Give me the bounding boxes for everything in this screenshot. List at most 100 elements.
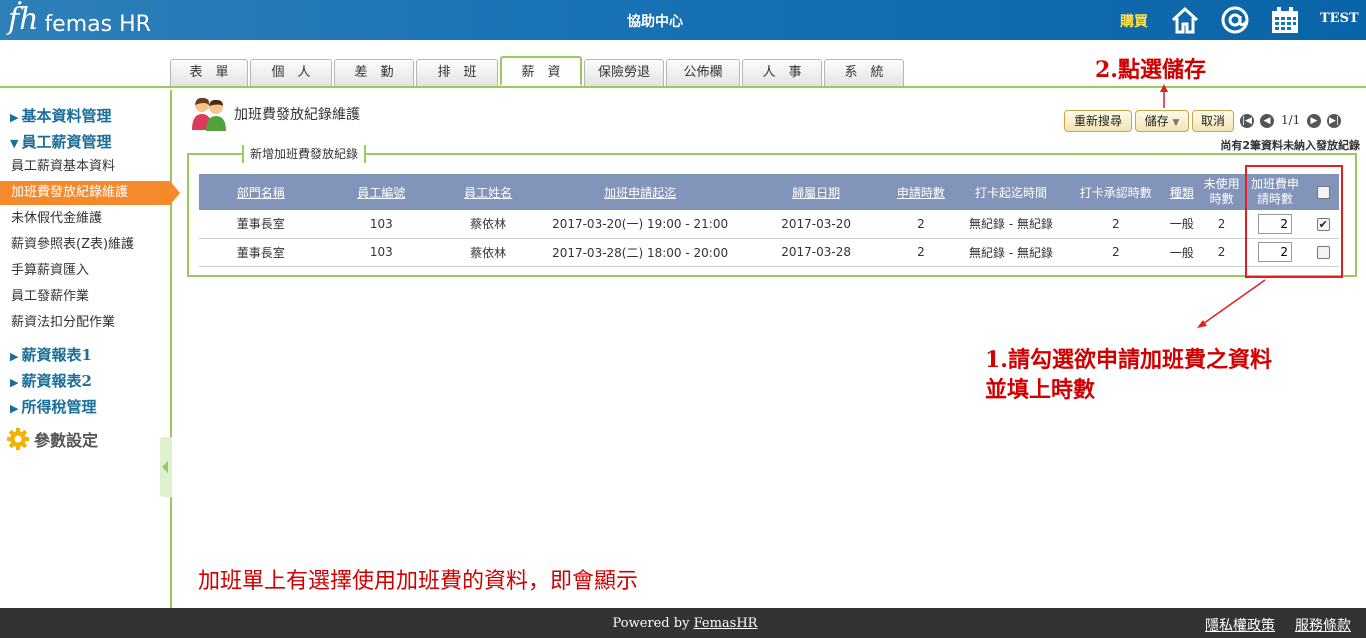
sidebar-group-label: 薪資報表2	[21, 372, 92, 390]
cell-date: 2017-03-28	[743, 238, 889, 267]
cell-unused: 2	[1200, 210, 1243, 239]
sidebar-item-payroll[interactable]: 員工發薪作業	[0, 285, 170, 309]
sidebar-group-label: 員工薪資管理	[21, 133, 112, 151]
footer: Powered by FemasHR 隱私權政策 服務條款	[0, 608, 1366, 638]
top-header: ḟh femas HR 協助中心 購買 TEST	[0, 0, 1366, 40]
sidebar-item-deduction[interactable]: 薪資法扣分配作業	[0, 311, 170, 335]
cell-type: 一般	[1162, 210, 1201, 239]
privacy-link[interactable]: 隱私權政策	[1205, 615, 1275, 635]
annotation-step1-line1: 1.請勾選欲申請加班費之資料	[985, 347, 1272, 373]
sidebar-group-report1[interactable]: ▶ 薪資報表1	[10, 344, 92, 365]
cell-emp-id: 103	[322, 238, 440, 267]
cell-apply-hours: 2	[888, 238, 954, 267]
sidebar-group-report2[interactable]: ▶ 薪資報表2	[10, 370, 92, 391]
save-label: 儲存	[1144, 114, 1169, 128]
col-header-emp-name[interactable]: 員工姓名	[439, 174, 537, 210]
cell-dept: 董事長室	[199, 210, 323, 239]
femas-logo[interactable]: ḟh femas HR	[8, 2, 151, 37]
col-header-apply-hours[interactable]: 申請時數	[888, 174, 954, 210]
col-header-ot-range[interactable]: 加班申請起迄	[536, 174, 744, 210]
calendar-icon[interactable]	[1270, 5, 1300, 35]
left-sidebar: ▶ 基本資料管理 ▼ 員工薪資管理 員工薪資基本資料 加班費發放紀錄維護 未休假代金…	[0, 90, 180, 608]
save-button[interactable]: 儲存 ▼	[1135, 110, 1189, 132]
cell-approved: 2	[1068, 238, 1163, 267]
logo-mark: ḟh	[8, 2, 39, 37]
col-header-emp-id[interactable]: 員工編號	[322, 174, 440, 210]
sidebar-group-salary[interactable]: ▼ 員工薪資管理	[10, 131, 111, 152]
sidebar-param-settings[interactable]: 參數設定	[6, 427, 98, 451]
caret-right-icon: ▶	[10, 402, 19, 415]
at-icon[interactable]	[1220, 5, 1250, 35]
sidebar-group-label: 所得稅管理	[21, 398, 97, 416]
cell-apply-hours: 2	[888, 210, 954, 239]
annotation-highlight-box	[1245, 165, 1343, 278]
caret-down-icon: ▼	[10, 137, 19, 150]
home-icon[interactable]	[1170, 5, 1200, 35]
chevron-down-icon: ▼	[1172, 118, 1180, 128]
sidebar-collapse-handle[interactable]	[160, 437, 172, 497]
col-header-type[interactable]: 種類	[1162, 174, 1201, 210]
cell-emp-name: 蔡依林	[439, 210, 537, 239]
research-button[interactable]: 重新搜尋	[1064, 110, 1132, 132]
caret-right-icon: ▶	[10, 376, 19, 389]
cell-ot-range: 2017-03-20(一) 19:00 - 21:00	[536, 210, 744, 239]
cell-punch: 無紀錄 - 無紀錄	[953, 210, 1069, 239]
page-heading: 加班費發放紀錄維護	[190, 96, 360, 132]
sidebar-item-salary-table[interactable]: 薪資參照表(Z表)維護	[0, 233, 170, 257]
param-label: 參數設定	[34, 431, 99, 450]
col-header-date[interactable]: 歸屬日期	[743, 174, 889, 210]
powered-by: Powered by FemasHR	[560, 616, 810, 631]
femashr-link[interactable]: FemasHR	[694, 616, 758, 631]
tab-6[interactable]: 公佈欄	[666, 59, 740, 86]
tab-3[interactable]: 排 班	[416, 59, 498, 86]
annotation-step1: 1.請勾選欲申請加班費之資料 並填上時數	[985, 345, 1272, 405]
sidebar-group-label: 薪資報表1	[21, 346, 92, 364]
tab-8[interactable]: 系 統	[824, 59, 904, 86]
cell-dept: 董事長室	[199, 238, 323, 267]
sidebar-group-tax[interactable]: ▶ 所得稅管理	[10, 396, 96, 417]
cell-approved: 2	[1068, 210, 1163, 239]
sidebar-item-salary-basic[interactable]: 員工薪資基本資料	[0, 155, 170, 179]
annotation-step1-line2: 並填上時數	[985, 377, 1096, 403]
annotation-step2: 2.點選儲存	[1095, 57, 1206, 83]
prev-page-icon[interactable]: ◀	[1260, 114, 1274, 128]
col-header-unused: 未使用時數	[1200, 174, 1243, 210]
cell-ot-range: 2017-03-28(二) 18:00 - 20:00	[536, 238, 744, 267]
annotation-note: 加班單上有選擇使用加班費的資料，即會顯示	[198, 569, 639, 594]
cancel-button[interactable]: 取消	[1192, 110, 1234, 132]
sidebar-item-manual-import[interactable]: 手算薪資匯入	[0, 259, 170, 283]
tab-1[interactable]: 個 人	[250, 59, 332, 86]
caret-right-icon: ▶	[10, 111, 19, 124]
tab-4[interactable]: 薪 資	[500, 56, 582, 86]
logo-text: femas HR	[44, 11, 151, 37]
user-name[interactable]: TEST	[1320, 11, 1359, 26]
gear-icon	[7, 428, 29, 450]
tab-0[interactable]: 表 單	[170, 59, 248, 86]
help-center-link[interactable]: 協助中心	[600, 11, 710, 31]
col-header-dept[interactable]: 部門名稱	[199, 174, 323, 210]
table-row: 董事長室 103 蔡依林 2017-03-28(二) 18:00 - 20:00…	[199, 238, 1339, 267]
tab-7[interactable]: 人 事	[742, 59, 822, 86]
cell-emp-id: 103	[322, 210, 440, 239]
powered-prefix: Powered by	[612, 616, 694, 631]
module-tabs: 表 單個 人差 勤排 班薪 資保險勞退 公佈欄人 事系 統	[170, 56, 906, 86]
sidebar-group-basic[interactable]: ▶ 基本資料管理	[10, 105, 111, 126]
last-page-icon[interactable]: ▶|	[1327, 114, 1341, 128]
tab-2[interactable]: 差 勤	[334, 59, 414, 86]
terms-link[interactable]: 服務條款	[1295, 615, 1351, 635]
page-indicator: 1/1	[1281, 113, 1301, 127]
next-page-icon[interactable]: ▶	[1307, 114, 1321, 128]
buy-link[interactable]: 購買	[1120, 11, 1148, 31]
pending-notice: 尚有2筆資料未納入發放紀錄	[1220, 139, 1360, 152]
caret-right-icon: ▶	[10, 350, 19, 363]
sidebar-item-leave-cash[interactable]: 未休假代金維護	[0, 207, 170, 231]
fieldset-legend: 新增加班費發放紀錄	[242, 145, 367, 163]
first-page-icon[interactable]: |◀	[1240, 114, 1254, 128]
cell-date: 2017-03-20	[743, 210, 889, 239]
sidebar-item-overtime-pay[interactable]: 加班費發放紀錄維護	[0, 181, 180, 205]
tab-5[interactable]: 保險勞退	[584, 59, 664, 86]
cell-punch: 無紀錄 - 無紀錄	[953, 238, 1069, 267]
page-title: 加班費發放紀錄維護	[234, 107, 360, 123]
cell-type: 一般	[1162, 238, 1201, 267]
col-header-punch: 打卡起迄時間	[953, 174, 1069, 210]
